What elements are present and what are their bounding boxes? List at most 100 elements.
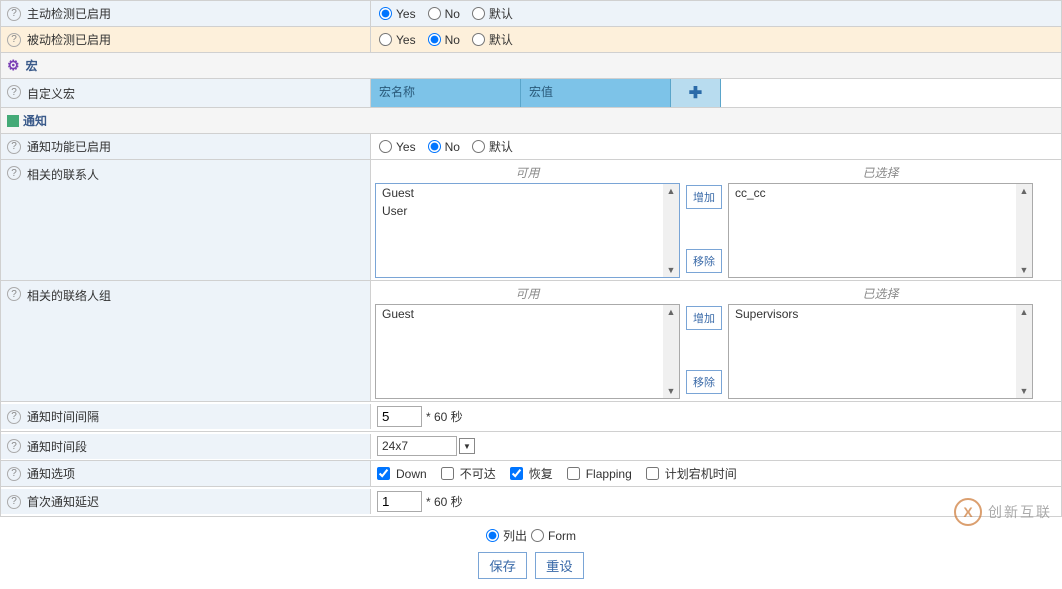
contact-groups-available-list[interactable]: Guest ▲ ▼ [375, 304, 680, 399]
help-icon[interactable]: ? [7, 7, 21, 21]
macro-col-name: 宏名称 [371, 79, 521, 107]
macro-label: 自定义宏 [27, 85, 75, 102]
active-check-value: Yes No 默认 [371, 1, 1061, 26]
options-label: 通知选项 [27, 465, 75, 482]
help-icon[interactable]: ? [7, 166, 21, 180]
interval-input[interactable] [377, 406, 422, 427]
active-check-yes-radio[interactable] [379, 7, 392, 20]
timeperiod-row: ? 通知时间段 24x7 ▼ [0, 432, 1062, 461]
help-icon[interactable]: ? [7, 495, 21, 509]
help-icon[interactable]: ? [7, 287, 21, 301]
passive-check-yes-radio[interactable] [379, 33, 392, 46]
option-flapping-checkbox[interactable] [567, 467, 580, 480]
contact-groups-selected-header: 已选择 [728, 283, 1033, 304]
scroll-down-icon[interactable]: ▼ [1020, 265, 1029, 275]
help-icon[interactable]: ? [7, 439, 21, 453]
timeperiod-select[interactable]: 24x7 [377, 436, 457, 456]
passive-check-value: Yes No 默认 [371, 27, 1061, 52]
contacts-add-button[interactable]: 增加 [686, 185, 722, 209]
scrollbar[interactable]: ▲ ▼ [663, 184, 679, 277]
help-icon[interactable]: ? [7, 467, 21, 481]
watermark-logo: X [954, 498, 982, 526]
passive-check-no-radio[interactable] [428, 33, 441, 46]
scroll-up-icon[interactable]: ▲ [667, 186, 676, 196]
passive-check-no-label: No [445, 33, 460, 47]
scroll-down-icon[interactable]: ▼ [1020, 386, 1029, 396]
active-check-yes-label: Yes [396, 7, 416, 21]
plus-icon[interactable]: ✚ [689, 85, 702, 102]
contacts-row: ? 相关的联系人 可用 Guest User ▲ ▼ 增加 移除 已选择 cc_… [0, 160, 1062, 281]
list-item[interactable]: Guest [376, 305, 679, 323]
active-check-label: 主动检测已启用 [27, 5, 111, 22]
contacts-label-cell: ? 相关的联系人 [1, 160, 371, 280]
contacts-selected-header: 已选择 [728, 162, 1033, 183]
watermark-text: 创新互联 [988, 502, 1052, 522]
chevron-down-icon[interactable]: ▼ [459, 438, 475, 454]
interval-label-cell: ? 通知时间间隔 [1, 404, 371, 429]
scroll-down-icon[interactable]: ▼ [667, 386, 676, 396]
contacts-dual-list: 可用 Guest User ▲ ▼ 增加 移除 已选择 cc_cc ▲ ▼ [371, 160, 1061, 280]
active-check-default-radio[interactable] [472, 7, 485, 20]
contact-groups-row: ? 相关的联络人组 可用 Guest ▲ ▼ 增加 移除 已选择 Supervi… [0, 281, 1062, 402]
scrollbar[interactable]: ▲ ▼ [1016, 305, 1032, 398]
contacts-remove-button[interactable]: 移除 [686, 249, 722, 273]
list-item[interactable]: cc_cc [729, 184, 1032, 202]
option-down-label: Down [396, 467, 427, 481]
scroll-up-icon[interactable]: ▲ [667, 307, 676, 317]
macro-add-cell: ✚ [671, 79, 721, 107]
view-form-radio[interactable] [531, 529, 544, 542]
scroll-down-icon[interactable]: ▼ [667, 265, 676, 275]
scrollbar[interactable]: ▲ ▼ [1016, 184, 1032, 277]
help-icon[interactable]: ? [7, 33, 21, 47]
footer-actions: 列出 Form 保存 重设 [0, 517, 1062, 589]
option-downtime-checkbox[interactable] [646, 467, 659, 480]
option-down-checkbox[interactable] [377, 467, 390, 480]
first-delay-input[interactable] [377, 491, 422, 512]
notification-no-radio[interactable] [428, 140, 441, 153]
active-check-label-cell: ? 主动检测已启用 [1, 1, 371, 26]
passive-check-label: 被动检测已启用 [27, 31, 111, 48]
notification-default-label: 默认 [489, 138, 513, 155]
gear-icon: ⚙ [7, 57, 20, 74]
contact-groups-available-header: 可用 [375, 283, 680, 304]
passive-check-default-radio[interactable] [472, 33, 485, 46]
first-delay-label: 首次通知延迟 [27, 493, 99, 510]
interval-label: 通知时间间隔 [27, 408, 99, 425]
reset-button[interactable]: 重设 [535, 552, 584, 579]
passive-check-yes-label: Yes [396, 33, 416, 47]
list-item[interactable]: User [376, 202, 679, 220]
help-icon[interactable]: ? [7, 410, 21, 424]
notification-yes-radio[interactable] [379, 140, 392, 153]
help-icon[interactable]: ? [7, 85, 21, 99]
contacts-available-list[interactable]: Guest User ▲ ▼ [375, 183, 680, 278]
list-item[interactable]: Supervisors [729, 305, 1032, 323]
notification-default-radio[interactable] [472, 140, 485, 153]
contact-groups-remove-button[interactable]: 移除 [686, 370, 722, 394]
contact-groups-dual-list: 可用 Guest ▲ ▼ 增加 移除 已选择 Supervisors ▲ ▼ [371, 281, 1061, 401]
help-icon[interactable]: ? [7, 140, 21, 154]
save-button[interactable]: 保存 [478, 552, 527, 579]
contacts-label: 相关的联系人 [27, 166, 99, 183]
notification-no-label: No [445, 140, 460, 154]
timeperiod-label: 通知时间段 [27, 438, 87, 455]
view-list-radio[interactable] [486, 529, 499, 542]
active-check-no-label: No [445, 7, 460, 21]
notification-enabled-value: Yes No 默认 [371, 134, 1061, 159]
macro-section-title: 宏 [26, 57, 38, 74]
contacts-selected-list[interactable]: cc_cc ▲ ▼ [728, 183, 1033, 278]
contact-groups-add-button[interactable]: 增加 [686, 306, 722, 330]
option-unreachable-checkbox[interactable] [441, 467, 454, 480]
view-form-label: Form [548, 529, 576, 543]
scroll-up-icon[interactable]: ▲ [1020, 307, 1029, 317]
macro-row: ? 自定义宏 宏名称 宏值 ✚ [0, 79, 1062, 108]
active-check-no-radio[interactable] [428, 7, 441, 20]
notification-section-title: 通知 [23, 112, 47, 129]
scrollbar[interactable]: ▲ ▼ [663, 305, 679, 398]
list-item[interactable]: Guest [376, 184, 679, 202]
option-recovery-checkbox[interactable] [510, 467, 523, 480]
scroll-up-icon[interactable]: ▲ [1020, 186, 1029, 196]
contacts-available-header: 可用 [375, 162, 680, 183]
option-flapping-label: Flapping [586, 467, 632, 481]
notification-enabled-label: 通知功能已启用 [27, 138, 111, 155]
contact-groups-selected-list[interactable]: Supervisors ▲ ▼ [728, 304, 1033, 399]
